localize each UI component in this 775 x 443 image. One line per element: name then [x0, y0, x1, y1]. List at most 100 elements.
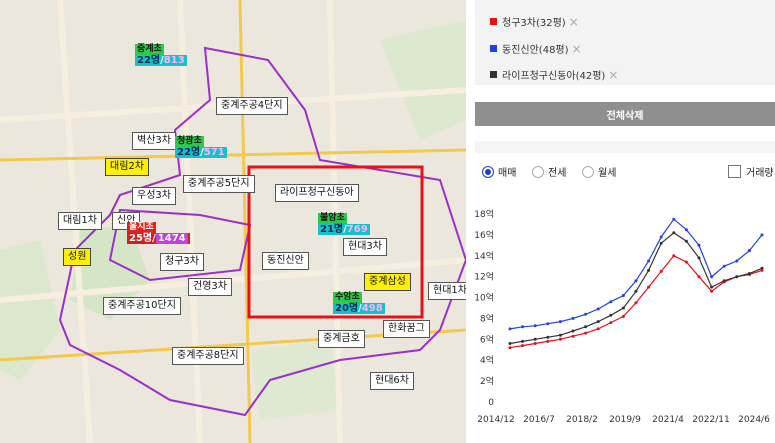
- data-point: [558, 320, 562, 324]
- school-class-size: 22명/813: [135, 55, 187, 66]
- data-point: [672, 231, 676, 235]
- radio-indicator[interactable]: [532, 165, 544, 178]
- x-tick-label: 2021/4: [652, 415, 684, 425]
- data-point: [546, 322, 550, 326]
- school-marker[interactable]: 청광초 22명/571: [175, 136, 227, 159]
- data-point: [546, 339, 550, 343]
- data-point: [697, 275, 701, 279]
- data-point: [659, 235, 663, 239]
- data-point: [684, 260, 688, 264]
- school-marker[interactable]: 을지초 25명/1474: [127, 222, 190, 245]
- series-color-swatch: [490, 71, 497, 78]
- x-tick-label: 2016/7: [523, 415, 555, 425]
- school-class-size: 20명/498: [333, 303, 385, 314]
- radio-sale[interactable]: 매매: [482, 164, 516, 179]
- data-point: [684, 239, 688, 243]
- apt-label[interactable]: 중계삼성: [364, 273, 411, 291]
- data-point: [571, 334, 575, 338]
- apt-label[interactable]: 라이프청구신동아: [275, 184, 359, 202]
- school-marker[interactable]: 수암초 20명/498: [333, 292, 385, 315]
- data-point: [634, 289, 638, 293]
- data-point: [508, 342, 512, 345]
- data-point: [596, 327, 600, 331]
- map-view[interactable]: 중계주공4단지 벽산3차 대림2차 우성3차 중계주공5단지 라이프청구신동아 …: [0, 0, 466, 443]
- apt-label[interactable]: 중계주공10단지: [103, 297, 181, 315]
- apt-label[interactable]: 우성3차: [132, 187, 176, 205]
- data-point: [521, 339, 525, 343]
- apt-label[interactable]: 중계금호: [318, 330, 365, 348]
- apt-label[interactable]: 건영3차: [188, 278, 232, 296]
- apt-label[interactable]: 한화꿈그: [383, 320, 430, 338]
- price-panel: 청구3차(32평) × 동진신안(48평) × 라이프청구신동아(42평) × …: [466, 0, 775, 443]
- data-point: [747, 249, 751, 253]
- school-name: 수암초: [333, 292, 362, 303]
- data-point: [747, 272, 751, 275]
- data-point: [684, 228, 688, 232]
- y-tick-label: 8억: [480, 312, 494, 324]
- data-point: [609, 313, 613, 317]
- volume-label: 거래량: [746, 168, 774, 179]
- data-point: [722, 264, 726, 268]
- radio-label: 전세: [548, 168, 567, 179]
- data-point: [571, 316, 575, 320]
- apt-label[interactable]: 현대1차: [428, 282, 466, 300]
- y-tick-label: 18억: [474, 208, 494, 220]
- legend-label: 동진신안(48평): [502, 45, 569, 56]
- y-tick-label: 10억: [474, 292, 494, 304]
- volume-checkbox[interactable]: [728, 165, 741, 178]
- series-line: [509, 218, 763, 330]
- apt-label[interactable]: 성원: [63, 248, 92, 266]
- data-point: [533, 324, 537, 328]
- x-tick-label: 2022/11: [692, 415, 729, 425]
- data-point: [596, 307, 600, 311]
- apt-label[interactable]: 현대6차: [370, 372, 414, 390]
- apt-label[interactable]: 청구3차: [160, 253, 204, 271]
- legend-item[interactable]: 동진신안(48평) ×: [490, 41, 582, 56]
- data-point: [584, 325, 588, 329]
- radio-jeonse[interactable]: 전세: [532, 164, 566, 179]
- data-point: [558, 333, 562, 337]
- remove-icon[interactable]: ×: [608, 68, 618, 82]
- school-class-size: 25명/1474: [127, 233, 190, 244]
- radio-indicator[interactable]: [582, 165, 594, 178]
- data-point: [609, 300, 613, 304]
- data-point: [596, 320, 600, 324]
- data-point: [672, 254, 676, 258]
- legend-item[interactable]: 청구3차(32평) ×: [490, 14, 579, 29]
- data-point: [584, 331, 588, 335]
- radio-label: 매매: [498, 168, 517, 179]
- apt-label[interactable]: 대림1차: [58, 212, 102, 230]
- data-point: [735, 275, 739, 279]
- series-color-swatch: [490, 45, 497, 52]
- volume-toggle[interactable]: 거래량: [728, 164, 774, 179]
- apt-label[interactable]: 벽산3차: [132, 132, 176, 150]
- data-point: [659, 269, 663, 273]
- remove-icon[interactable]: ×: [569, 15, 579, 29]
- radio-indicator[interactable]: [482, 165, 494, 178]
- x-axis: 2014/12 2016/7 2018/2 2019/9 2021/4 2022/11 20…: [477, 415, 770, 425]
- apt-label[interactable]: 중계주공8단지: [172, 347, 244, 365]
- series-color-swatch: [490, 18, 497, 25]
- data-point: [521, 325, 525, 329]
- radio-monthly[interactable]: 월세: [582, 164, 616, 179]
- school-marker[interactable]: 중계초 22명/813: [135, 44, 187, 67]
- radio-label: 월세: [598, 168, 617, 179]
- data-point: [521, 344, 525, 348]
- apt-label[interactable]: 대림2차: [105, 158, 149, 176]
- apt-label[interactable]: 동진신안: [262, 252, 309, 270]
- apt-label[interactable]: 중계주공4단지: [216, 97, 288, 115]
- data-point: [508, 346, 512, 350]
- data-point: [621, 314, 625, 318]
- apt-label[interactable]: 현대3차: [343, 238, 387, 256]
- remove-icon[interactable]: ×: [572, 42, 582, 56]
- school-marker[interactable]: 불암초 21명/769: [318, 213, 370, 236]
- apt-label[interactable]: 중계주공5단지: [183, 175, 255, 193]
- data-point: [697, 243, 701, 247]
- legend-label: 청구3차(32평): [502, 18, 566, 29]
- clear-all-button[interactable]: 전체삭제: [475, 102, 775, 126]
- data-point: [647, 259, 651, 263]
- school-class-size: 22명/571: [175, 147, 227, 158]
- legend-item[interactable]: 라이프청구신동아(42평) ×: [490, 67, 618, 82]
- data-point: [672, 217, 676, 221]
- data-point: [584, 312, 588, 316]
